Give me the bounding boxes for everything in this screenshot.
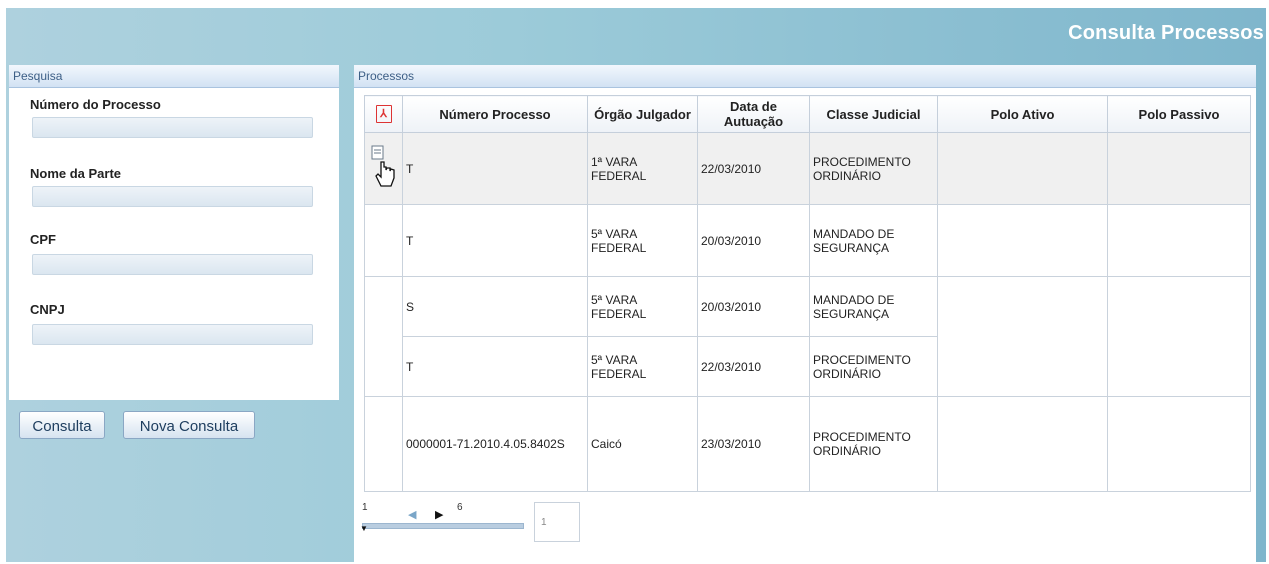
cell-orgao: 1ª VARA FEDERAL xyxy=(587,132,698,205)
cell-classe: PROCEDIMENTO ORDINÁRIO xyxy=(809,396,938,492)
table-row[interactable]: 0000001-71.2010.4.05.8402S Caicó 23/03/2… xyxy=(364,396,1251,492)
cell-data: 23/03/2010 xyxy=(697,396,810,492)
cell-orgao: 5ª VARA FEDERAL xyxy=(587,336,698,397)
pager-slider-track[interactable] xyxy=(362,523,524,529)
cell-numero: T xyxy=(402,336,588,397)
results-panel-header: Processos xyxy=(354,65,1256,88)
cell-classe: PROCEDIMENTO ORDINÁRIO xyxy=(809,336,938,397)
cnpj-label: CNPJ xyxy=(30,302,65,317)
cell-polo-passivo xyxy=(1107,276,1251,397)
cell-polo-passivo xyxy=(1107,132,1251,205)
nome-parte-label: Nome da Parte xyxy=(30,166,122,181)
pdf-icon[interactable]: ⅄ xyxy=(375,105,392,123)
cell-classe: MANDADO DE SEGURANÇA xyxy=(809,204,938,277)
cell-classe: MANDADO DE SEGURANÇA xyxy=(809,276,938,337)
numero-processo-input[interactable] xyxy=(32,117,313,138)
cell-orgao: 5ª VARA FEDERAL xyxy=(587,276,698,337)
nome-parte-input[interactable] xyxy=(32,186,313,207)
cell-orgao: 5ª VARA FEDERAL xyxy=(587,204,698,277)
consulta-button[interactable]: Consulta xyxy=(19,411,105,439)
column-header-polo-ativo[interactable]: Polo Ativo xyxy=(937,95,1108,133)
row-action-cell[interactable] xyxy=(364,204,403,277)
results-panel: Processos ⅄ Número Processo Órgão Julgad… xyxy=(354,65,1256,562)
cell-polo-ativo xyxy=(937,204,1108,277)
pager: 1 6 ◀ ▶ ▼ 1 xyxy=(360,502,600,562)
cell-polo-passivo xyxy=(1107,204,1251,277)
column-header-data[interactable]: Data de Autuação xyxy=(697,95,810,133)
previous-page-icon[interactable]: ◀ xyxy=(408,508,416,521)
next-page-icon[interactable]: ▶ xyxy=(435,508,443,521)
pager-min: 1 xyxy=(362,502,368,513)
cell-numero: 0000001-71.2010.4.05.8402S xyxy=(402,396,588,492)
page-number-box[interactable]: 1 xyxy=(534,502,580,542)
cell-orgao: Caicó xyxy=(587,396,698,492)
column-header-polo-passivo[interactable]: Polo Passivo xyxy=(1107,95,1251,133)
cell-polo-passivo xyxy=(1107,396,1251,492)
cell-data: 20/03/2010 xyxy=(697,276,810,337)
column-header-classe[interactable]: Classe Judicial xyxy=(809,95,938,133)
pager-slider-handle[interactable]: ▼ xyxy=(360,524,368,533)
cnpj-input[interactable] xyxy=(32,324,313,345)
cell-classe: PROCEDIMENTO ORDINÁRIO xyxy=(809,132,938,205)
export-pdf-cell[interactable]: ⅄ xyxy=(364,95,403,133)
app-title: Consulta Processos xyxy=(1068,22,1264,44)
cell-data: 22/03/2010 xyxy=(697,132,810,205)
cpf-label: CPF xyxy=(30,232,56,247)
row-action-cell[interactable] xyxy=(364,276,403,397)
pager-max: 6 xyxy=(457,502,463,513)
cell-polo-ativo xyxy=(937,396,1108,492)
column-header-orgao[interactable]: Órgão Julgador xyxy=(587,95,698,133)
cpf-input[interactable] xyxy=(32,254,313,275)
cell-numero: T xyxy=(402,132,588,205)
view-document-icon[interactable] xyxy=(369,144,399,190)
row-action-cell[interactable] xyxy=(364,132,403,205)
cell-polo-ativo xyxy=(937,276,1108,397)
search-panel-header: Pesquisa xyxy=(9,65,339,88)
cell-numero: S xyxy=(402,276,588,337)
table-row[interactable]: S 5ª VARA FEDERAL 20/03/2010 MANDADO DE … xyxy=(364,276,1251,397)
table-row[interactable]: T 5ª VARA FEDERAL 20/03/2010 MANDADO DE … xyxy=(364,204,1251,277)
row-action-cell[interactable] xyxy=(364,396,403,492)
cell-numero: T xyxy=(402,204,588,277)
processos-table: ⅄ Número Processo Órgão Julgador Data de… xyxy=(364,95,1251,492)
table-header-row: ⅄ Número Processo Órgão Julgador Data de… xyxy=(364,95,1251,133)
cell-polo-ativo xyxy=(937,132,1108,205)
page-number: 1 xyxy=(541,517,547,528)
column-header-numero[interactable]: Número Processo xyxy=(402,95,588,133)
app-window: Consulta Processos Pesquisa Número do Pr… xyxy=(6,8,1266,562)
table-row[interactable]: T 1ª VARA FEDERAL 22/03/2010 PROCEDIMENT… xyxy=(364,132,1251,205)
cell-data: 22/03/2010 xyxy=(697,336,810,397)
numero-processo-label: Número do Processo xyxy=(30,97,161,112)
cell-data: 20/03/2010 xyxy=(697,204,810,277)
search-panel: Pesquisa Número do Processo Nome da Part… xyxy=(9,65,339,400)
hand-pointer-icon xyxy=(374,161,395,187)
nova-consulta-button[interactable]: Nova Consulta xyxy=(123,411,255,439)
